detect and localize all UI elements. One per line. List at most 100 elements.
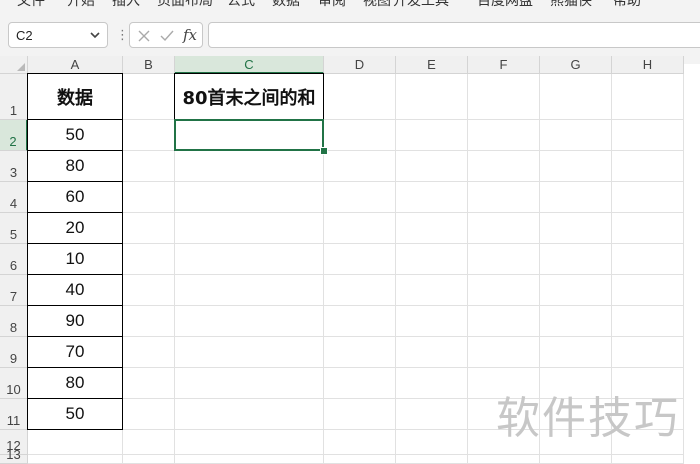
cell-d6[interactable] <box>324 244 396 275</box>
cell-h7[interactable] <box>612 275 684 306</box>
row-header-8[interactable]: 8 <box>0 306 28 337</box>
cell-e6[interactable] <box>396 244 468 275</box>
cell-g6[interactable] <box>540 244 612 275</box>
cell-c9[interactable] <box>175 337 324 368</box>
cell-a10[interactable]: 80 <box>27 367 123 399</box>
cell-g4[interactable] <box>540 182 612 213</box>
column-header-c[interactable]: C <box>175 56 324 74</box>
cell-c12[interactable] <box>175 430 324 455</box>
cell-d8[interactable] <box>324 306 396 337</box>
column-header-f[interactable]: F <box>468 56 540 74</box>
cell-b9[interactable] <box>123 337 175 368</box>
cell-f3[interactable] <box>468 151 540 182</box>
cell-b13[interactable] <box>123 455 175 464</box>
cell-g5[interactable] <box>540 213 612 244</box>
fx-icon[interactable]: fx <box>183 26 197 44</box>
cell-b4[interactable] <box>123 182 175 213</box>
menu-home[interactable]: 开始 <box>67 0 95 8</box>
cell-a8[interactable]: 90 <box>27 305 123 337</box>
name-box[interactable]: C2 <box>8 22 108 48</box>
cell-b6[interactable] <box>123 244 175 275</box>
cell-d2[interactable] <box>324 120 396 151</box>
cell-e10[interactable] <box>396 368 468 399</box>
cell-h4[interactable] <box>612 182 684 213</box>
cell-f6[interactable] <box>468 244 540 275</box>
cell-a3[interactable]: 80 <box>27 150 123 182</box>
cell-e5[interactable] <box>396 213 468 244</box>
row-header-7[interactable]: 7 <box>0 275 28 306</box>
cell-d7[interactable] <box>324 275 396 306</box>
cell-a4[interactable]: 60 <box>27 181 123 213</box>
chevron-down-icon[interactable] <box>88 28 102 42</box>
menu-panda[interactable]: 熊猫侠 <box>550 0 592 8</box>
check-icon[interactable] <box>159 28 175 44</box>
cell-c7[interactable] <box>175 275 324 306</box>
cell-e4[interactable] <box>396 182 468 213</box>
column-header-h[interactable]: H <box>612 56 684 74</box>
menu-insert[interactable]: 插入 <box>112 0 140 8</box>
row-header-4[interactable]: 4 <box>0 182 28 213</box>
cell-b12[interactable] <box>123 430 175 455</box>
cell-f9[interactable] <box>468 337 540 368</box>
menu-page-layout[interactable]: 页面布局 <box>157 0 213 8</box>
cell-d9[interactable] <box>324 337 396 368</box>
cell-e8[interactable] <box>396 306 468 337</box>
menu-view[interactable]: 视图 <box>363 0 391 8</box>
cell-e2[interactable] <box>396 120 468 151</box>
more-icon[interactable]: ⋮ <box>116 28 129 42</box>
cell-b1[interactable] <box>123 74 175 120</box>
cell-d10[interactable] <box>324 368 396 399</box>
cell-a7[interactable]: 40 <box>27 274 123 306</box>
cell-g13[interactable] <box>540 455 612 464</box>
cell-a5[interactable]: 20 <box>27 212 123 244</box>
cell-c1[interactable]: 80首末之间的和 <box>174 73 324 120</box>
menu-formulas[interactable]: 公式 <box>227 0 255 8</box>
row-header-3[interactable]: 3 <box>0 151 28 182</box>
cell-g9[interactable] <box>540 337 612 368</box>
row-header-6[interactable]: 6 <box>0 244 28 275</box>
row-header-2[interactable]: 2 <box>0 120 28 151</box>
menu-help[interactable]: 帮助 <box>613 0 641 8</box>
column-header-e[interactable]: E <box>396 56 468 74</box>
cell-h5[interactable] <box>612 213 684 244</box>
menu-data[interactable]: 数据 <box>272 0 300 8</box>
cell-a1[interactable]: 数据 <box>27 73 123 120</box>
cell-c8[interactable] <box>175 306 324 337</box>
cell-a13[interactable] <box>28 455 123 464</box>
cell-d5[interactable] <box>324 213 396 244</box>
cell-g8[interactable] <box>540 306 612 337</box>
cell-d12[interactable] <box>324 430 396 455</box>
cell-c13[interactable] <box>175 455 324 464</box>
row-header-11[interactable]: 11 <box>0 399 28 430</box>
cell-f1[interactable] <box>468 74 540 120</box>
cell-a9[interactable]: 70 <box>27 336 123 368</box>
cell-e11[interactable] <box>396 399 468 430</box>
row-header-5[interactable]: 5 <box>0 213 28 244</box>
cell-f5[interactable] <box>468 213 540 244</box>
cell-c5[interactable] <box>175 213 324 244</box>
cell-a11[interactable]: 50 <box>27 398 123 430</box>
cell-e12[interactable] <box>396 430 468 455</box>
cell-c11[interactable] <box>175 399 324 430</box>
cell-e9[interactable] <box>396 337 468 368</box>
column-header-b[interactable]: B <box>123 56 175 74</box>
row-header-13[interactable]: 13 <box>0 447 28 464</box>
cell-e7[interactable] <box>396 275 468 306</box>
cell-h6[interactable] <box>612 244 684 275</box>
cell-a2[interactable]: 50 <box>27 119 123 151</box>
cell-f2[interactable] <box>468 120 540 151</box>
cell-h9[interactable] <box>612 337 684 368</box>
cell-g3[interactable] <box>540 151 612 182</box>
cell-b3[interactable] <box>123 151 175 182</box>
cell-h1[interactable] <box>612 74 684 120</box>
column-header-a[interactable]: A <box>28 56 123 74</box>
cell-d1[interactable] <box>324 74 396 120</box>
formula-input[interactable] <box>208 22 700 48</box>
cell-d3[interactable] <box>324 151 396 182</box>
row-header-9[interactable]: 9 <box>0 337 28 368</box>
cell-h2[interactable] <box>612 120 684 151</box>
cell-g7[interactable] <box>540 275 612 306</box>
cell-g2[interactable] <box>540 120 612 151</box>
cell-g1[interactable] <box>540 74 612 120</box>
cell-c6[interactable] <box>175 244 324 275</box>
